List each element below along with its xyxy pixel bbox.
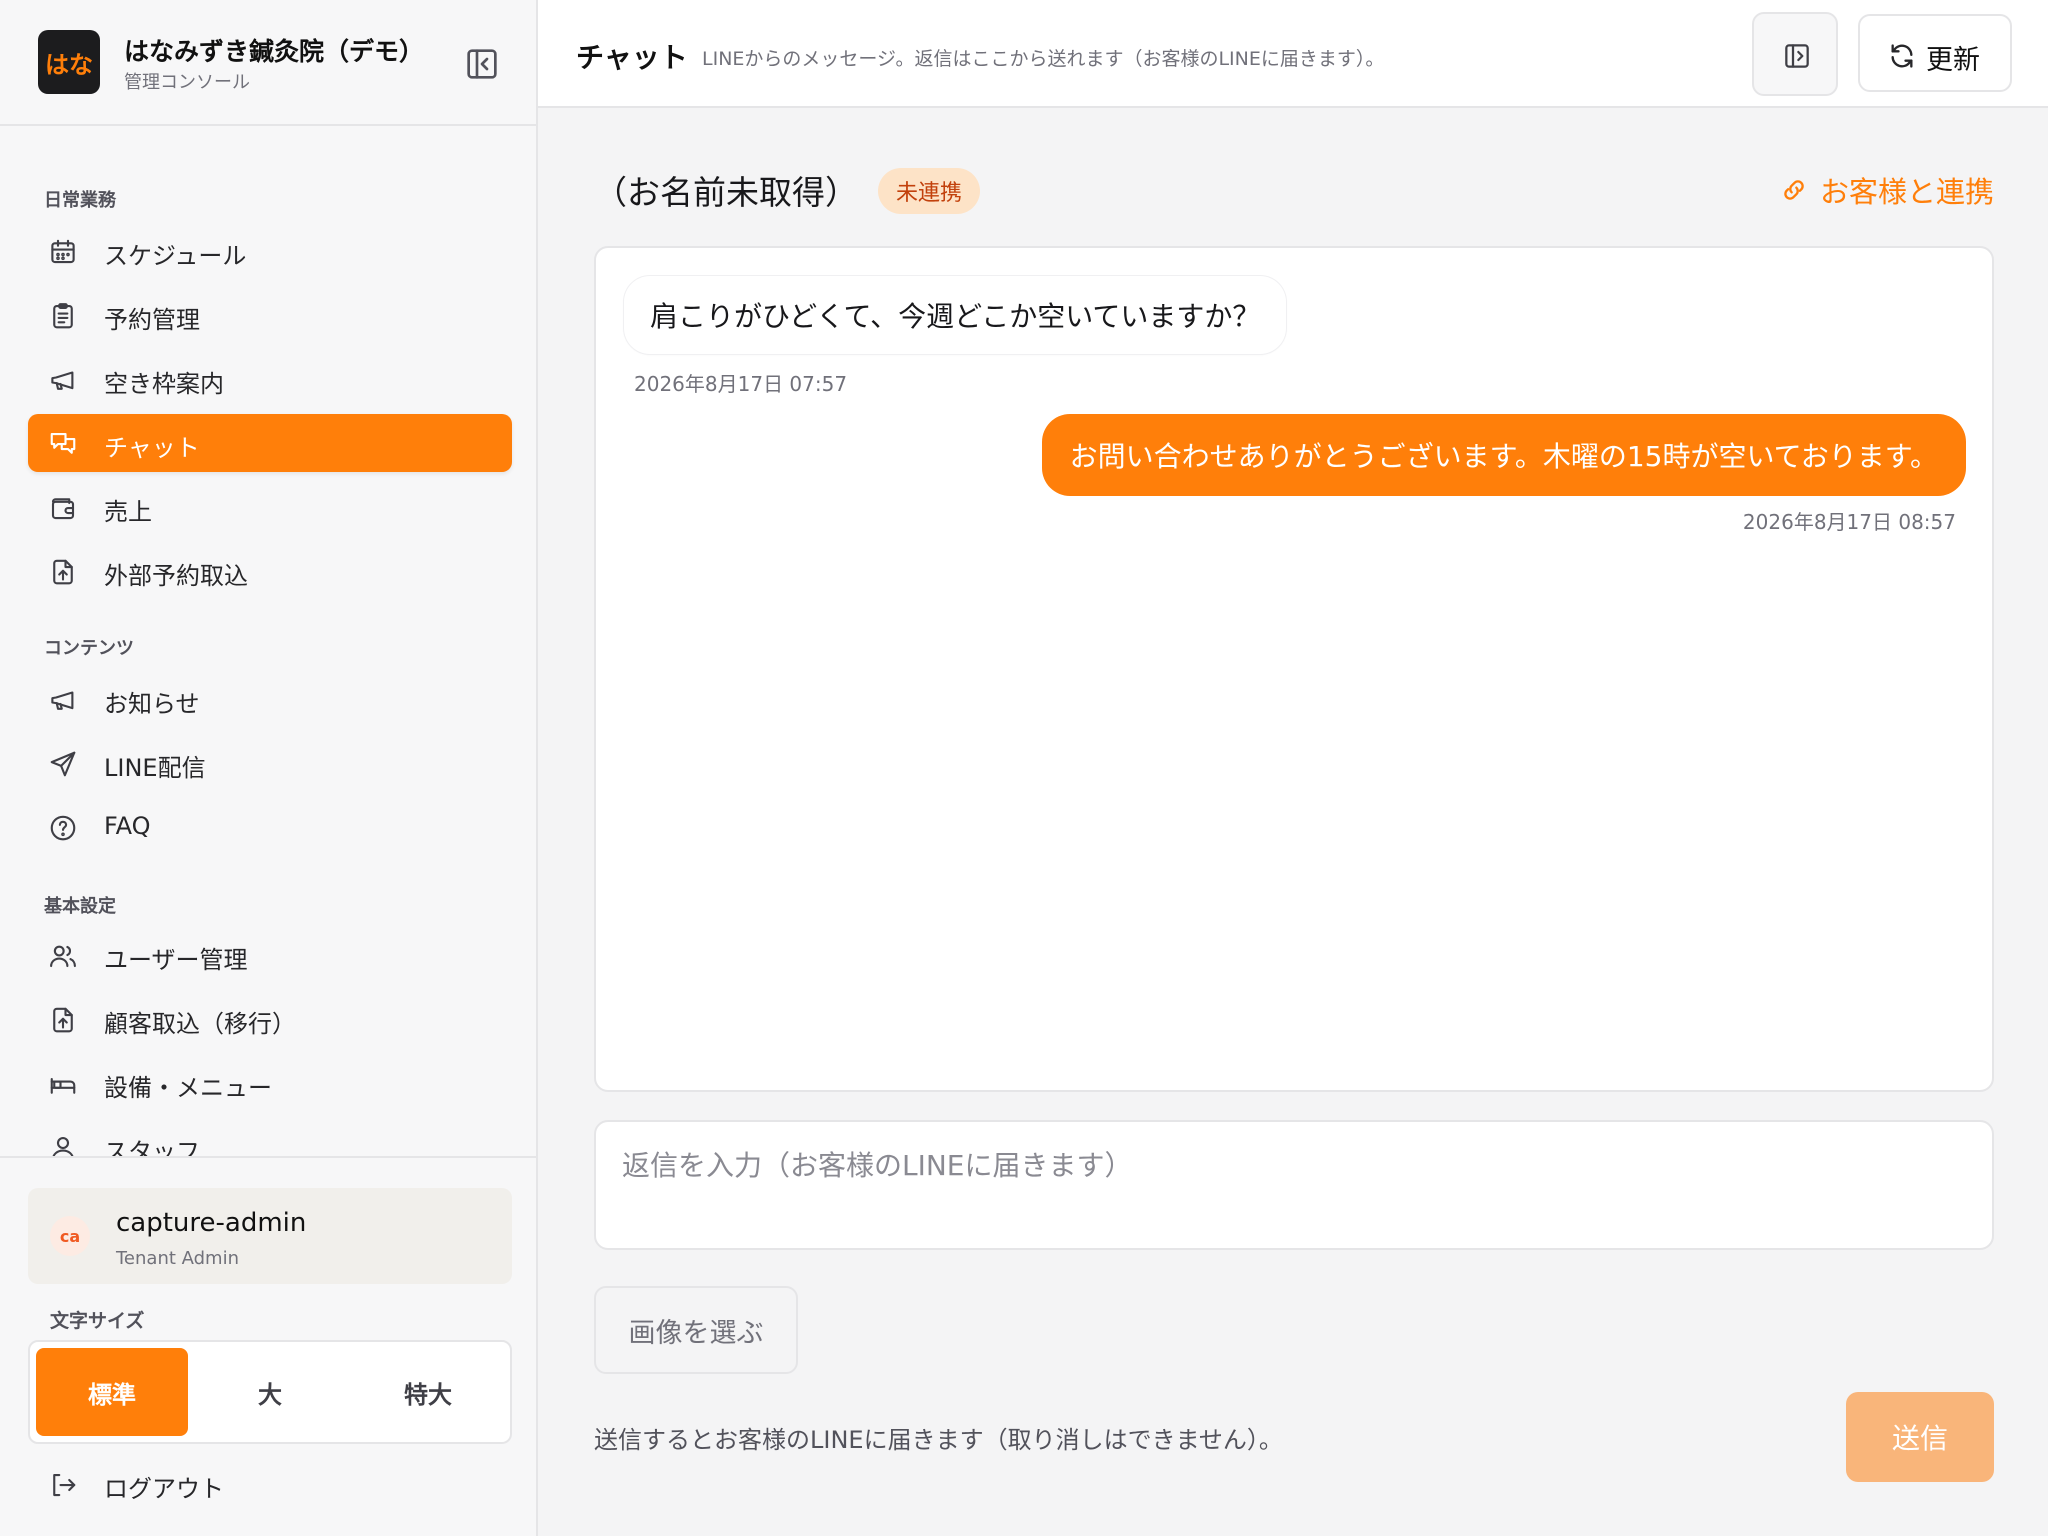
sidebar-item-label: 設備・メニュー xyxy=(104,1074,272,1102)
user-name: capture-admin xyxy=(116,1208,307,1238)
brand-header: はな はなみずき鍼灸院（デモ） 管理コンソール xyxy=(0,0,536,126)
font-size-label: 文字サイズ xyxy=(50,1310,145,1332)
sidebar-item-label: スケジュール xyxy=(104,242,247,270)
sidebar-item-label: ユーザー管理 xyxy=(104,946,248,974)
sidebar-item-line-broadcast[interactable]: LINE配信 xyxy=(28,734,512,792)
user-role: Tenant Admin xyxy=(116,1248,240,1269)
panel-toggle-icon xyxy=(1785,44,1809,68)
page-description: LINEからのメッセージ。返信はここから送れます（お客様のLINEに届きます）。 xyxy=(702,48,1385,70)
brand-name: はなみずき鍼灸院（デモ） xyxy=(124,37,425,66)
customer-name: （お名前未取得） xyxy=(594,173,858,212)
sidebar-item-schedule[interactable]: スケジュール xyxy=(28,222,512,280)
message-timestamp: 2026年8月17日 08:57 xyxy=(1742,510,1956,534)
brand-logo: はな xyxy=(38,30,100,94)
refresh-icon xyxy=(1891,44,1913,68)
megaphone-icon xyxy=(48,365,78,395)
message-list[interactable]: 肩こりがひどくて、今週どこか空いていますか？ 2026年8月17日 07:57 … xyxy=(594,246,1994,1092)
font-size-xlarge-button[interactable]: 特大 xyxy=(352,1348,504,1436)
sidebar-footer: ca capture-admin Tenant Admin 文字サイズ 標準 大… xyxy=(0,1156,536,1536)
calendar-icon xyxy=(48,237,78,267)
sidebar-item-label: 空き枠案内 xyxy=(104,370,224,398)
chat-icon xyxy=(48,429,78,459)
incoming-message: 肩こりがひどくて、今週どこか空いていますか？ xyxy=(624,276,1287,354)
reply-input[interactable] xyxy=(594,1120,1994,1250)
sidebar-item-label: チャット xyxy=(104,434,200,462)
logout-label: ログアウト xyxy=(104,1475,224,1503)
panel-toggle-button[interactable] xyxy=(1752,12,1838,96)
sidebar-item-staff[interactable]: スタッフ xyxy=(28,1118,512,1156)
status-badge: 未連携 xyxy=(878,168,981,214)
sidebar-item-label: お知らせ xyxy=(104,690,200,718)
chat-header: （お名前未取得） 未連携 お客様と連携 xyxy=(594,160,1994,220)
sidebar-item-user-management[interactable]: ユーザー管理 xyxy=(28,926,512,984)
sidebar-item-equipment-menu[interactable]: 設備・メニュー xyxy=(28,1054,512,1112)
sidebar-nav: 日常業務 スケジュール 予約管理 空き枠案内 チャット 売上 外部予約取込 コン… xyxy=(0,126,536,1156)
top-header: チャット LINEからのメッセージ。返信はここから送れます（お客様のLINEに届… xyxy=(538,0,2048,108)
nav-section-title: 基本設定 xyxy=(44,896,116,917)
message-timestamp: 2026年8月17日 07:57 xyxy=(634,372,848,396)
sidebar-item-label: 予約管理 xyxy=(104,306,200,334)
sidebar-collapse-icon[interactable] xyxy=(462,44,502,84)
sidebar-item-chat[interactable]: チャット xyxy=(28,414,512,472)
sidebar-item-label: 顧客取込（移行） xyxy=(104,1010,296,1038)
clipboard-icon xyxy=(48,301,78,331)
sidebar-item-faq[interactable]: FAQ xyxy=(28,798,512,856)
refresh-label: 更新 xyxy=(1926,45,1980,76)
pick-image-button[interactable]: 画像を選ぶ xyxy=(594,1286,798,1374)
outgoing-message: お問い合わせありがとうございます。木曜の15時が空いております。 xyxy=(1041,414,1966,496)
page-title: チャット xyxy=(576,41,688,74)
link-customer-button[interactable]: お客様と連携 xyxy=(1780,170,1994,210)
sidebar-item-open-slots[interactable]: 空き枠案内 xyxy=(28,350,512,408)
nav-section-title: コンテンツ xyxy=(44,638,134,659)
sidebar-item-customer-import[interactable]: 顧客取込（移行） xyxy=(28,990,512,1048)
send-icon xyxy=(48,749,78,779)
font-size-large-button[interactable]: 大 xyxy=(194,1348,346,1436)
link-customer-label: お客様と連携 xyxy=(1819,175,1994,209)
sidebar-item-label: FAQ xyxy=(104,812,151,840)
file-upload-icon xyxy=(48,1005,78,1035)
user-card[interactable]: ca capture-admin Tenant Admin xyxy=(28,1188,512,1284)
font-size-toggle: 標準 大 特大 xyxy=(28,1340,512,1444)
users-icon xyxy=(48,941,78,971)
sidebar-item-sales[interactable]: 売上 xyxy=(28,478,512,536)
user-icon xyxy=(48,1133,78,1156)
link-icon xyxy=(1784,180,1804,200)
wallet-icon xyxy=(48,493,78,523)
sidebar-item-label: スタッフ xyxy=(104,1138,200,1156)
send-note: 送信するとお客様のLINEに届きます（取り消しはできません）。 xyxy=(594,1426,1283,1454)
sidebar-item-label: 売上 xyxy=(104,498,152,526)
font-size-standard-button[interactable]: 標準 xyxy=(36,1348,188,1436)
sidebar-item-announcements[interactable]: お知らせ xyxy=(28,670,512,728)
file-upload-icon xyxy=(48,557,78,587)
send-button[interactable]: 送信 xyxy=(1846,1392,1994,1482)
question-icon xyxy=(48,813,78,843)
nav-section-title: 日常業務 xyxy=(44,190,116,211)
brand-subtitle: 管理コンソール xyxy=(124,72,250,93)
sidebar-item-label: LINE配信 xyxy=(104,754,206,782)
refresh-button[interactable]: 更新 xyxy=(1858,14,2012,92)
sidebar-item-external-import[interactable]: 外部予約取込 xyxy=(28,542,512,600)
avatar: ca xyxy=(50,1216,90,1256)
megaphone-icon xyxy=(48,685,78,715)
logout-button[interactable]: ログアウト xyxy=(28,1454,512,1514)
sidebar: はな はなみずき鍼灸院（デモ） 管理コンソール 日常業務 スケジュール 予約管理 xyxy=(0,0,538,1536)
bed-icon xyxy=(48,1069,78,1099)
sidebar-item-label: 外部予約取込 xyxy=(104,562,248,590)
logout-icon xyxy=(48,1470,78,1500)
sidebar-item-reservations[interactable]: 予約管理 xyxy=(28,286,512,344)
